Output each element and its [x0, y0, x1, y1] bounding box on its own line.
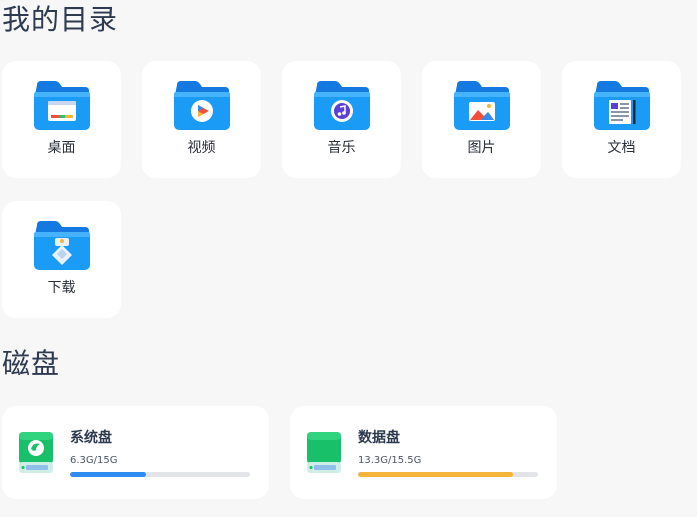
- folder-label: 桌面: [47, 140, 76, 156]
- my-directories-page: 我的目录 桌面 视频 音乐 图片 文档 下载 磁盘 系统盘 6.3G/15G 数…: [0, 0, 697, 517]
- documents-folder-icon: [594, 81, 650, 130]
- folder-label: 音乐: [327, 140, 356, 156]
- disk-usage-text: 6.3G/15G: [70, 455, 118, 466]
- disk-data[interactable]: 数据盘 13.3G/15.5G: [290, 406, 557, 499]
- folder-downloads[interactable]: 下载: [2, 201, 121, 318]
- directories-section-title: 我的目录: [2, 3, 119, 36]
- folder-label: 视频: [187, 140, 216, 156]
- folder-music[interactable]: 音乐: [282, 61, 401, 178]
- disk-usage-fill: [70, 472, 146, 477]
- downloads-folder-icon: [34, 221, 90, 270]
- disk-usage-bar: [358, 472, 538, 477]
- folder-video[interactable]: 视频: [142, 61, 261, 178]
- data-disk-icon: [307, 432, 341, 473]
- disks-section-title: 磁盘: [2, 347, 61, 380]
- pictures-folder-icon: [454, 81, 510, 130]
- disk-name: 数据盘: [358, 430, 400, 446]
- disk-system[interactable]: 系统盘 6.3G/15G: [2, 406, 269, 499]
- disk-usage-bar: [70, 472, 250, 477]
- system-disk-icon: [19, 432, 53, 473]
- desktop-folder-icon: [34, 81, 90, 130]
- folder-pictures[interactable]: 图片: [422, 61, 541, 178]
- folder-label: 图片: [467, 140, 496, 156]
- disk-usage-text: 13.3G/15.5G: [358, 455, 422, 466]
- disk-usage-fill: [358, 472, 513, 477]
- video-folder-icon: [174, 81, 230, 130]
- folder-label: 下载: [47, 280, 76, 296]
- music-folder-icon: [314, 81, 370, 130]
- folder-label: 文档: [607, 140, 636, 156]
- folder-documents[interactable]: 文档: [562, 61, 681, 178]
- disk-name: 系统盘: [70, 430, 112, 446]
- folder-desktop[interactable]: 桌面: [2, 61, 121, 178]
